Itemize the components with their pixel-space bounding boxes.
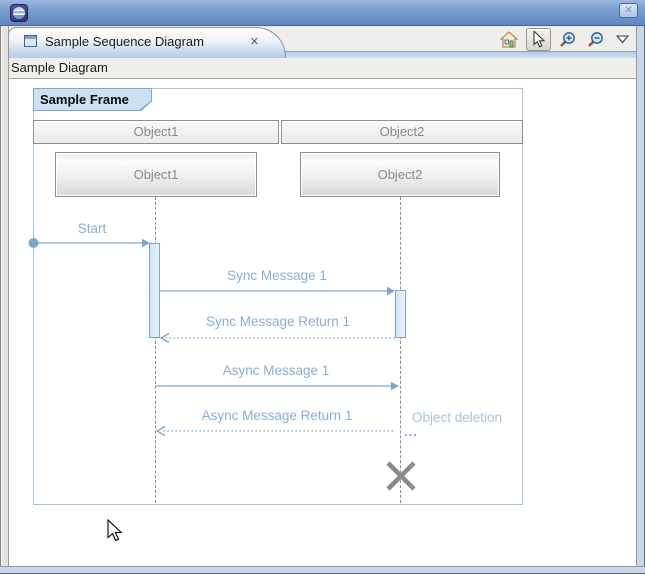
lifeline-box-object1[interactable]: Object1 bbox=[55, 152, 257, 197]
view-menu-button[interactable] bbox=[613, 29, 631, 51]
window-titlebar[interactable]: ✕ bbox=[0, 0, 645, 26]
window-close-button[interactable]: ✕ bbox=[619, 3, 638, 18]
bottom-window-edge bbox=[0, 566, 645, 574]
tab-sample-sequence-diagram[interactable]: Sample Sequence Diagram ✕ bbox=[8, 27, 286, 58]
tab-close-icon[interactable]: ✕ bbox=[250, 35, 271, 48]
cursor-arrow-icon bbox=[532, 31, 546, 48]
frame-label[interactable]: Sample Frame bbox=[33, 88, 152, 111]
lifeline-box-object2[interactable]: Object2 bbox=[300, 152, 500, 197]
zoom-in-icon bbox=[558, 31, 576, 49]
lifeline-header-object1[interactable]: Object1 bbox=[33, 120, 279, 144]
zoom-out-icon bbox=[586, 31, 604, 49]
eclipse-logo-icon bbox=[10, 4, 28, 22]
application-window: { "window": { "close_glyph": "✕" }, "tab… bbox=[0, 0, 645, 574]
zoom-in-button[interactable] bbox=[555, 29, 579, 51]
left-window-edge bbox=[0, 26, 9, 574]
sequence-frame[interactable] bbox=[33, 88, 523, 505]
chevron-down-icon bbox=[616, 35, 629, 44]
tab-title: Sample Sequence Diagram bbox=[45, 34, 242, 49]
select-tool-button[interactable] bbox=[526, 28, 551, 51]
diagram-editor-icon bbox=[24, 35, 37, 47]
zoom-out-button[interactable] bbox=[583, 29, 607, 51]
lifeline-object2[interactable] bbox=[400, 197, 401, 503]
home-button[interactable] bbox=[498, 29, 520, 51]
frame-label-text: Sample Frame bbox=[34, 89, 151, 110]
home-icon bbox=[500, 31, 518, 49]
view-toolbar bbox=[498, 28, 631, 51]
diagram-breadcrumb: Sample Diagram bbox=[9, 58, 636, 79]
breadcrumb-label: Sample Diagram bbox=[11, 60, 108, 75]
lifeline-header-object2[interactable]: Object2 bbox=[281, 120, 523, 144]
lifeline-object1[interactable] bbox=[155, 197, 156, 503]
right-window-edge bbox=[636, 26, 645, 574]
